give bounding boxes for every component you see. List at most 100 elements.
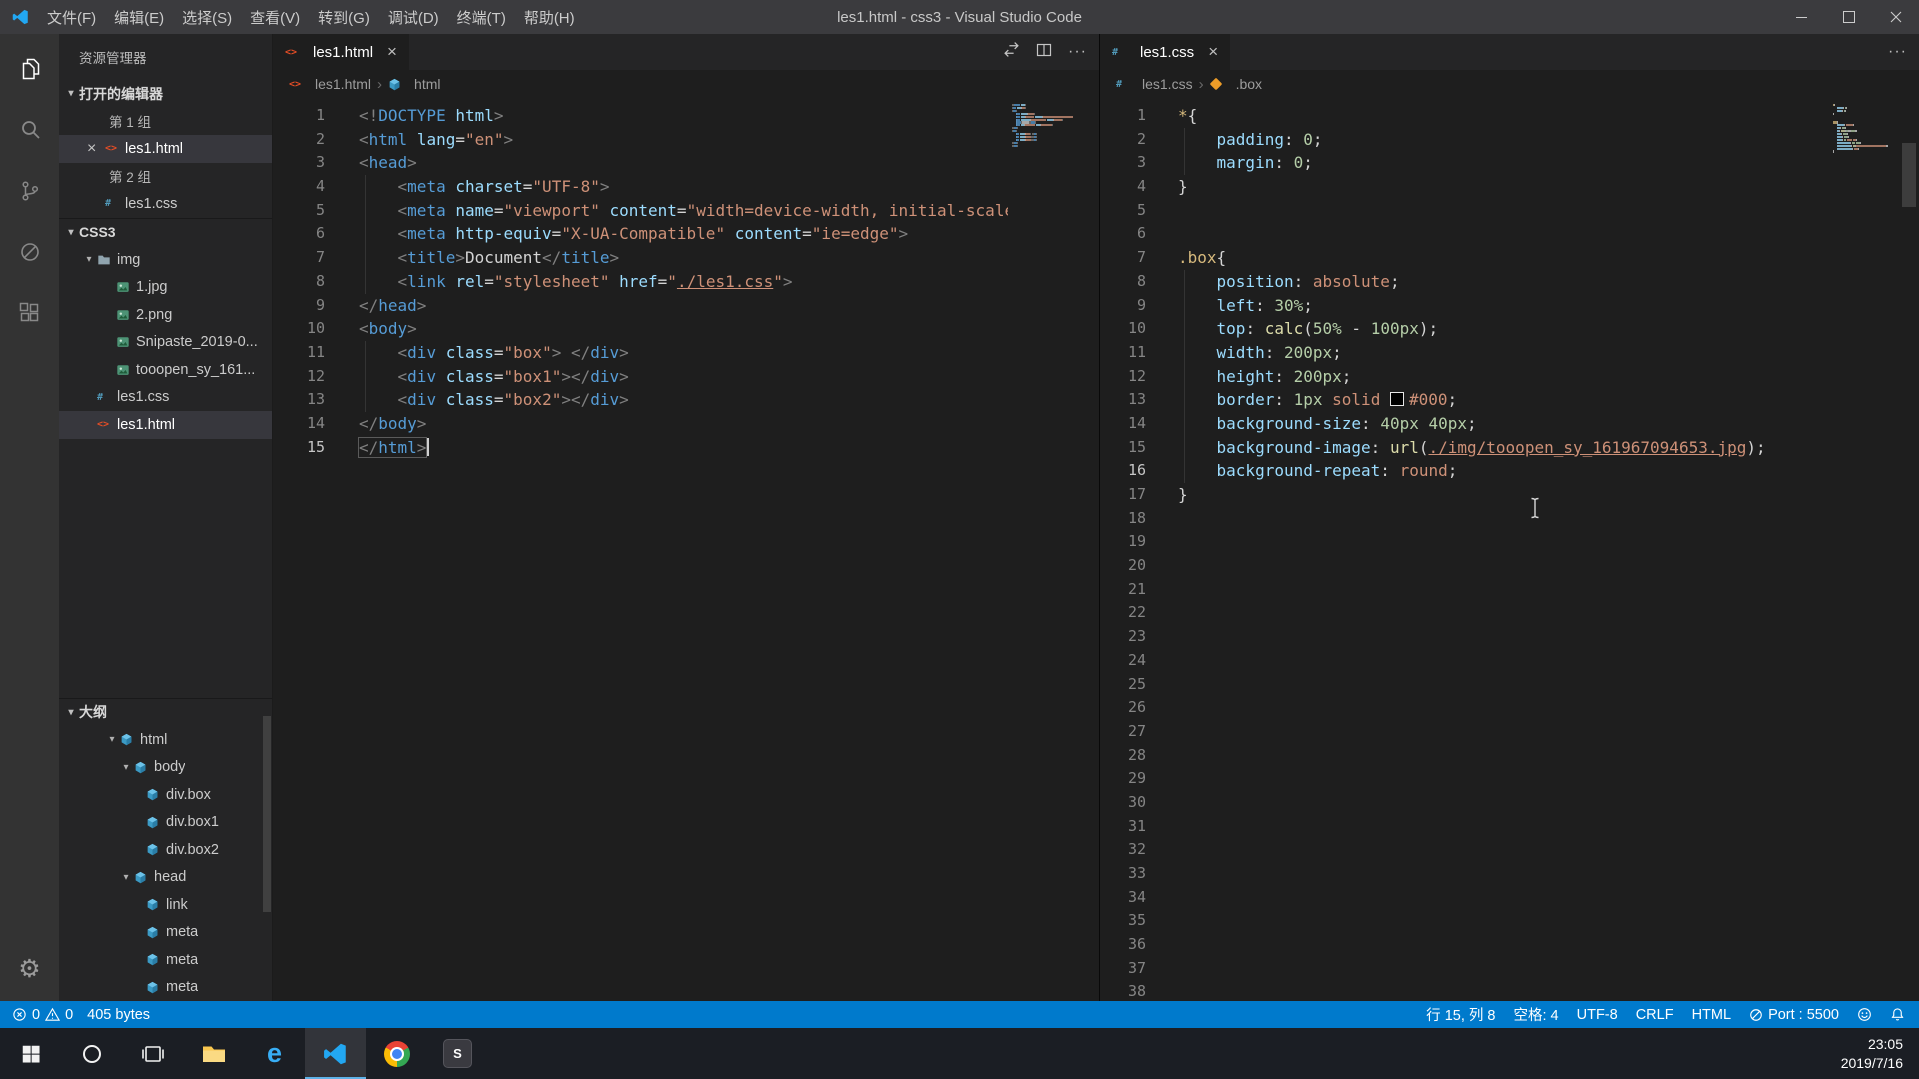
code-line-7[interactable]: <title>Document</title> [359, 246, 1008, 270]
code-line-38[interactable] [1178, 980, 1829, 1001]
menu-terminal[interactable]: 终端(T) [448, 7, 515, 28]
code-line-27[interactable] [1178, 720, 1829, 744]
code-area[interactable]: *{ padding: 0; margin: 0;} .box{ position… [1160, 98, 1829, 1001]
menu-selection[interactable]: 选择(S) [173, 7, 241, 28]
settings-gear-icon[interactable]: ⚙ [0, 949, 59, 989]
breadcrumb-symbol[interactable]: html [414, 76, 440, 92]
minimize-button[interactable] [1778, 0, 1825, 34]
start-button[interactable] [0, 1028, 61, 1079]
outline-meta[interactable]: meta [59, 946, 272, 974]
source-control-icon[interactable] [0, 160, 59, 221]
task-view-button[interactable] [122, 1028, 183, 1079]
outline-div.box[interactable]: div.box [59, 781, 272, 809]
close-button[interactable] [1872, 0, 1919, 34]
code-line-35[interactable] [1178, 909, 1829, 933]
close-icon[interactable]: × [87, 140, 105, 158]
code-line-1[interactable]: *{ [1178, 104, 1829, 128]
outline-div.box1[interactable]: div.box1 [59, 809, 272, 837]
twisty-icon[interactable]: ▾ [81, 254, 97, 265]
menu-view[interactable]: 查看(V) [241, 7, 309, 28]
code-line-13[interactable]: border: 1px solid #000; [1178, 388, 1829, 412]
menu-debug[interactable]: 调试(D) [379, 7, 448, 28]
code-line-10[interactable]: <body> [359, 317, 1008, 341]
file-2.png[interactable]: 2.png [59, 301, 272, 329]
file-img[interactable]: ▾img [59, 246, 272, 274]
code-line-2[interactable]: <html lang="en"> [359, 128, 1008, 152]
indentation-status[interactable]: 空格: 4 [1513, 1004, 1558, 1025]
more-actions-icon[interactable]: ··· [1888, 43, 1907, 61]
code-line-31[interactable] [1178, 815, 1829, 839]
section-open-editors[interactable]: ▾ 打开的编辑器 [59, 80, 272, 108]
code-line-14[interactable]: </body> [359, 412, 1008, 436]
minimap[interactable] [1008, 98, 1078, 1001]
open-changes-icon[interactable] [1003, 41, 1020, 63]
code-line-32[interactable] [1178, 838, 1829, 862]
outline-div.box2[interactable]: div.box2 [59, 836, 272, 864]
taskbar-search-button[interactable] [61, 1028, 122, 1079]
code-line-3[interactable]: margin: 0; [1178, 151, 1829, 175]
code-line-25[interactable] [1178, 673, 1829, 697]
sidebar-scrollbar[interactable] [263, 716, 271, 912]
split-editor-icon[interactable] [1036, 42, 1052, 63]
code-line-29[interactable] [1178, 767, 1829, 791]
code-line-28[interactable] [1178, 744, 1829, 768]
twisty-icon[interactable]: ▾ [118, 762, 134, 773]
file-tooopen-sy-161...[interactable]: tooopen_sy_161... [59, 356, 272, 384]
encoding-status[interactable]: UTF-8 [1577, 1007, 1618, 1023]
tab-les1-html[interactable]: <> les1.html × [273, 34, 409, 70]
scrollbar[interactable] [1899, 98, 1919, 1001]
explorer-icon[interactable] [0, 38, 59, 99]
more-actions-icon[interactable]: ··· [1068, 43, 1087, 61]
code-line-33[interactable] [1178, 862, 1829, 886]
menu-file[interactable]: 文件(F) [38, 7, 105, 28]
code-line-17[interactable]: } [1178, 483, 1829, 507]
code-line-36[interactable] [1178, 933, 1829, 957]
code-line-16[interactable]: background-repeat: round; [1178, 459, 1829, 483]
outline-body[interactable]: ▾body [59, 754, 272, 782]
code-line-7[interactable]: .box{ [1178, 246, 1829, 270]
code-line-15[interactable]: background-image: url(./img/tooopen_sy_1… [1178, 436, 1829, 460]
twisty-icon[interactable]: ▾ [63, 707, 79, 718]
edge-browser-button[interactable]: e [244, 1028, 305, 1079]
twisty-icon[interactable]: ▾ [104, 734, 120, 745]
close-icon[interactable]: × [1208, 42, 1218, 62]
maximize-button[interactable] [1825, 0, 1872, 34]
code-line-6[interactable]: <meta http-equiv="X-UA-Compatible" conte… [359, 222, 1008, 246]
search-icon[interactable] [0, 99, 59, 160]
extensions-icon[interactable] [0, 282, 59, 343]
code-line-14[interactable]: background-size: 40px 40px; [1178, 412, 1829, 436]
code-line-5[interactable]: <meta name="viewport" content="width=dev… [359, 199, 1008, 223]
section-workspace-css3[interactable]: ▾ CSS3 [59, 218, 272, 247]
breadcrumb-symbol[interactable]: .box [1236, 76, 1262, 92]
menu-help[interactable]: 帮助(H) [515, 7, 584, 28]
twisty-icon[interactable]: ▾ [63, 88, 79, 99]
outline-head[interactable]: ▾head [59, 864, 272, 892]
file-les1.html[interactable]: <>les1.html [59, 411, 272, 439]
code-area[interactable]: <!DOCTYPE html><html lang="en"><head> <m… [339, 98, 1008, 1001]
file-size-status[interactable]: 405 bytes [87, 1007, 150, 1023]
file-explorer-button[interactable] [183, 1028, 244, 1079]
outline-html[interactable]: ▾html [59, 726, 272, 754]
code-line-11[interactable]: <div class="box"> </div> [359, 341, 1008, 365]
code-line-9[interactable]: left: 30%; [1178, 294, 1829, 318]
chrome-browser-button[interactable] [366, 1028, 427, 1079]
tab-les1-css[interactable]: # les1.css × [1100, 34, 1230, 70]
open-editor--2-[interactable]: 第 2 组 [59, 163, 272, 191]
outline-link[interactable]: link [59, 891, 272, 919]
code-line-15[interactable]: </html> [359, 436, 1008, 460]
open-editor-les1.css[interactable]: #les1.css [59, 190, 272, 218]
code-line-30[interactable] [1178, 791, 1829, 815]
vscode-taskbar-button[interactable] [305, 1028, 366, 1079]
language-mode-status[interactable]: HTML [1692, 1007, 1731, 1023]
code-line-6[interactable] [1178, 222, 1829, 246]
scrollbar-thumb[interactable] [1902, 143, 1916, 207]
code-line-23[interactable] [1178, 625, 1829, 649]
code-line-8[interactable]: position: absolute; [1178, 270, 1829, 294]
taskbar-clock[interactable]: 23:05 2019/7/16 [1841, 1028, 1919, 1079]
file-1.jpg[interactable]: 1.jpg [59, 274, 272, 302]
code-line-2[interactable]: padding: 0; [1178, 128, 1829, 152]
code-line-24[interactable] [1178, 649, 1829, 673]
breadcrumb-file[interactable]: les1.css [1142, 76, 1193, 92]
code-line-4[interactable]: } [1178, 175, 1829, 199]
menu-go[interactable]: 转到(G) [309, 7, 379, 28]
